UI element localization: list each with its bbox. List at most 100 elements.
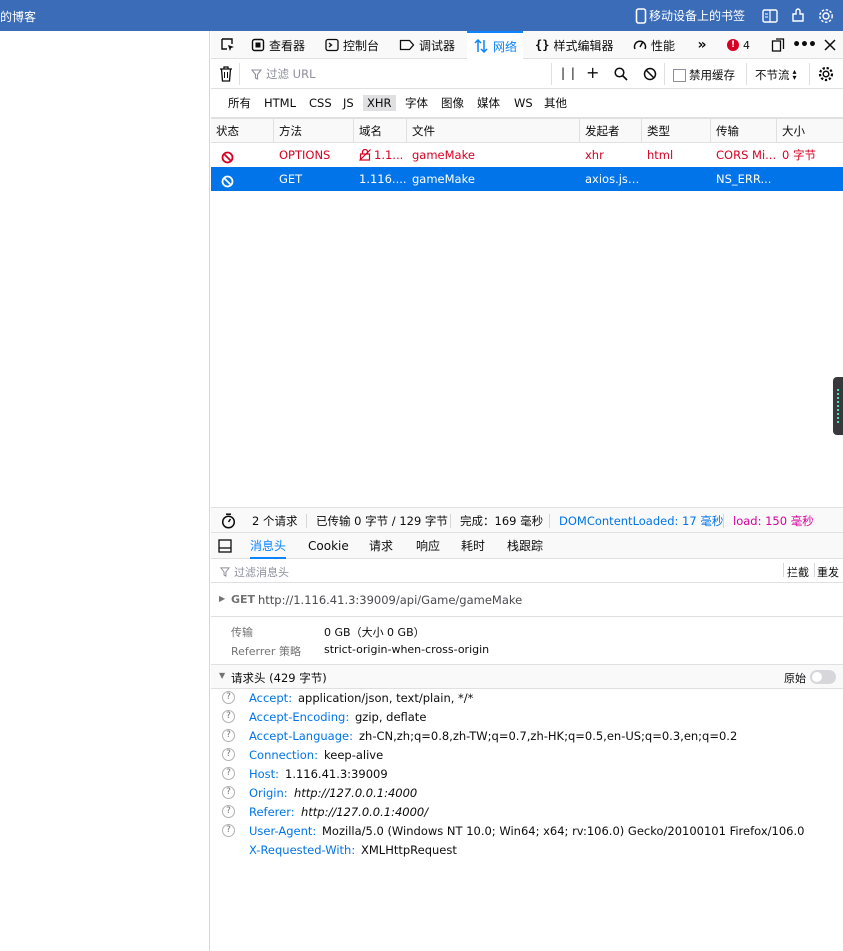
help-icon[interactable]: ? [222, 767, 235, 780]
separator [549, 514, 550, 528]
chevron-double-right-icon: » [697, 37, 707, 53]
collapse-triangle-icon: ▼ [219, 671, 226, 680]
help-icon[interactable]: ? [222, 691, 235, 704]
checkbox[interactable] [673, 68, 686, 82]
resend-button[interactable]: 重发 [817, 564, 839, 580]
header-row[interactable]: ? User-Agent: Mozilla/5.0 (Windows NT 10.0… [211, 822, 843, 841]
header-row[interactable]: ? Connection: keep-alive [211, 746, 843, 765]
tab-console[interactable]: 控制台 [325, 31, 379, 59]
help-icon[interactable]: ? [222, 729, 235, 742]
mobile-bookmarks-button[interactable]: 移动设备上的书签 [635, 7, 745, 24]
headers-filter-input[interactable]: 过滤消息头 [220, 564, 289, 580]
performance-analysis-button[interactable] [221, 513, 236, 532]
network-filter-bar: 过滤 URL | | + 禁用缓存 不节流 ▴ ▾ [211, 59, 843, 89]
extensions-icon[interactable] [787, 5, 809, 27]
blocked-status-icon [217, 143, 247, 167]
search-button[interactable] [614, 67, 628, 84]
tab-style-editor[interactable]: {} 样式编辑器 [535, 31, 613, 59]
url-filter-input[interactable]: 过滤 URL [251, 66, 315, 82]
column-header-type[interactable]: 类型 [642, 119, 711, 143]
column-header-size[interactable]: 大小 [777, 119, 843, 143]
request-headers-title: 请求头 (429 字节) [231, 671, 327, 685]
tab-request[interactable]: 请求 [369, 533, 393, 559]
header-row[interactable]: X-Requested-With: XMLHttpRequest [211, 841, 843, 860]
splitter-handle[interactable] [833, 377, 843, 435]
tab-debugger[interactable]: 调试器 [399, 31, 455, 59]
table-row[interactable]: OPTIONS 1.1... gameMake xhr html CORS Mi… [211, 143, 843, 167]
type-filter-other[interactable]: 其他 [540, 95, 571, 111]
tab-cookies[interactable]: Cookie [308, 533, 349, 559]
header-row[interactable]: ? Accept: application/json, text/plain, */… [211, 689, 843, 708]
header-row[interactable]: ? Origin: http://127.0.0.1:4000 [211, 784, 843, 803]
header-row[interactable]: ? Accept-Encoding: gzip, deflate [211, 708, 843, 727]
help-icon[interactable]: ? [222, 710, 235, 723]
column-header-domain[interactable]: 域名 [354, 119, 407, 143]
cell-size: 0 字节 [782, 148, 816, 162]
more-tabs-button[interactable]: » [693, 31, 711, 59]
dock-options-button[interactable] [769, 31, 787, 59]
type-filter-xhr[interactable]: XHR [363, 95, 396, 111]
toggle-sidebar-button[interactable] [218, 539, 232, 556]
type-filter-js[interactable]: JS [339, 95, 358, 111]
header-row[interactable]: ? Host: 1.116.41.3:39009 [211, 765, 843, 784]
header-name: Connection: [249, 748, 318, 762]
header-value: http://127.0.0.1:4000 [294, 786, 418, 800]
reader-icon[interactable] [759, 5, 781, 27]
tab-timings[interactable]: 耗时 [461, 533, 485, 559]
insecure-lock-icon [359, 149, 371, 161]
request-headers-section-header[interactable]: ▼ 请求头 (429 字节) 原始 [211, 665, 843, 689]
throttling-select[interactable]: 不节流 ▴ ▾ [755, 67, 797, 83]
help-icon[interactable]: ? [222, 824, 235, 837]
throttling-value: 不节流 [755, 68, 790, 82]
header-row[interactable]: ? Referer: http://127.0.0.1:4000/ [211, 803, 843, 822]
type-filter-fonts[interactable]: 字体 [401, 95, 432, 111]
settings-icon[interactable] [815, 5, 837, 27]
tab-inspector[interactable]: 查看器 [251, 31, 305, 59]
separator [239, 63, 240, 85]
tab-performance[interactable]: 性能 [633, 31, 675, 59]
type-filter-images[interactable]: 图像 [437, 95, 468, 111]
close-devtools-button[interactable] [821, 31, 839, 59]
column-header-method[interactable]: 方法 [274, 119, 354, 143]
block-requests-button[interactable] [643, 67, 657, 84]
table-row-selected[interactable]: GET 1.116.... gameMake axios.js:... NS_E… [211, 167, 843, 191]
column-header-transferred[interactable]: 传输 [711, 119, 777, 143]
type-filter-css[interactable]: CSS [305, 95, 336, 111]
raw-toggle-switch[interactable] [810, 670, 836, 684]
mobile-icon [635, 7, 647, 24]
cell-transferred: CORS Mi... [716, 148, 777, 162]
column-header-status[interactable]: 状态 [211, 119, 274, 143]
more-options-button[interactable]: ••• [792, 31, 817, 59]
type-filter-ws[interactable]: WS [510, 95, 537, 111]
error-count-badge[interactable]: ! 4 [727, 31, 750, 59]
element-picker-button[interactable] [217, 31, 239, 59]
help-icon[interactable]: ? [222, 786, 235, 799]
header-name: Accept: [249, 691, 293, 705]
request-method: GET [231, 593, 256, 606]
disable-cache-checkbox[interactable]: 禁用缓存 [673, 67, 735, 83]
column-header-initiator[interactable]: 发起者 [580, 119, 642, 143]
pause-button[interactable]: | | [561, 66, 576, 80]
tab-headers[interactable]: 消息头 [250, 533, 287, 559]
type-filter-media[interactable]: 媒体 [473, 95, 504, 111]
clear-requests-button[interactable] [219, 66, 233, 85]
type-filter-html[interactable]: HTML [260, 95, 300, 111]
block-button[interactable]: 拦截 [787, 564, 809, 580]
tab-network[interactable]: 网络 [467, 31, 524, 59]
add-request-button[interactable]: + [586, 63, 599, 82]
request-url-line[interactable]: ▶ GET http://1.116.41.3:39009/api/Game/g… [211, 583, 843, 617]
type-filter-all[interactable]: 所有 [224, 95, 255, 111]
request-url: http://1.116.41.3:39009/api/Game/gameMak… [258, 593, 523, 607]
bookmark-item[interactable]: 的博客 [0, 8, 36, 25]
cell-initiator[interactable]: xhr [580, 143, 642, 167]
tab-stack-trace[interactable]: 栈跟踪 [507, 533, 543, 559]
help-icon[interactable]: ? [222, 748, 235, 761]
tab-response[interactable]: 响应 [416, 533, 440, 559]
help-icon[interactable]: ? [222, 805, 235, 818]
network-settings-button[interactable] [818, 66, 834, 85]
cell-initiator[interactable]: axios.js:... [580, 167, 642, 191]
header-row[interactable]: ? Accept-Language: zh-CN,zh;q=0.8,zh-TW;q=… [211, 727, 843, 746]
header-value: 1.116.41.3:39009 [285, 767, 388, 781]
column-header-file[interactable]: 文件 [407, 119, 580, 143]
header-value: application/json, text/plain, */* [298, 691, 474, 705]
